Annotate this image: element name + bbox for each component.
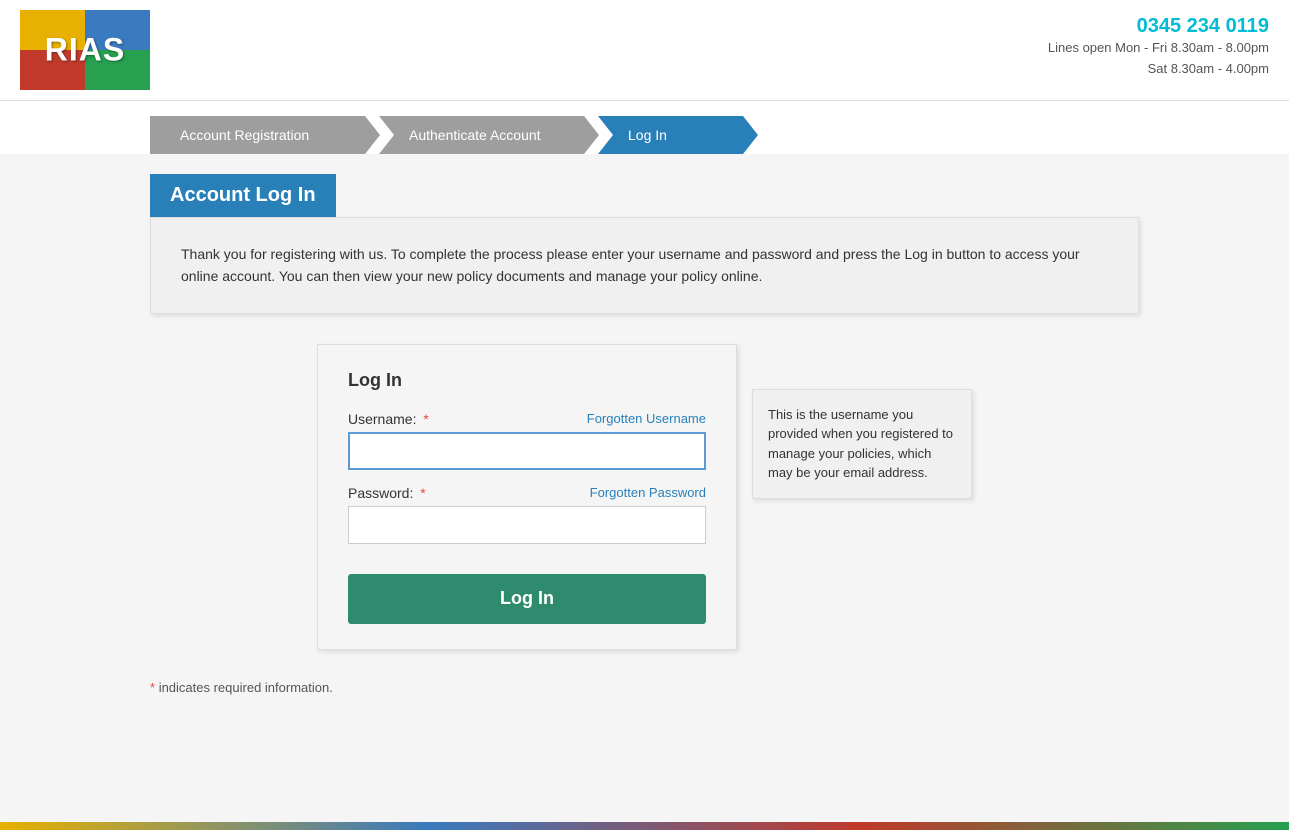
username-label: Username: * (348, 411, 429, 427)
contact-hours-line2: Sat 8.30am - 4.00pm (1048, 59, 1269, 80)
step-authenticate-account: Authenticate Account (379, 116, 599, 154)
login-form-box: Log In Username: * Forgotten Username Pa… (317, 344, 737, 650)
phone-number: 0345 234 0119 (1048, 15, 1269, 38)
step-account-registration: Account Registration (150, 116, 380, 154)
rias-logo: RIAS (20, 10, 150, 90)
main-content: Account Log In Thank you for registering… (0, 154, 1289, 715)
contact-hours-line1: Lines open Mon - Fri 8.30am - 8.00pm (1048, 38, 1269, 59)
password-label: Password: * (348, 485, 426, 501)
login-area: Log In Username: * Forgotten Username Pa… (150, 344, 1139, 650)
login-button[interactable]: Log In (348, 574, 706, 624)
password-field-row: Password: * Forgotten Password (348, 485, 706, 544)
form-title: Log In (348, 370, 706, 391)
logo-container: RIAS (20, 10, 150, 90)
username-input[interactable] (348, 432, 706, 470)
footer-note: * indicates required information. (150, 680, 1139, 695)
step-2-label: Authenticate Account (409, 127, 541, 143)
logo-text: RIAS (45, 32, 125, 69)
username-field-row: Username: * Forgotten Username (348, 411, 706, 470)
username-label-row: Username: * Forgotten Username (348, 411, 706, 427)
footer-required-star: * (150, 680, 155, 695)
footer-required-text: indicates required information. (159, 680, 333, 695)
step-3-label: Log In (628, 127, 667, 143)
page-header: RIAS 0345 234 0119 Lines open Mon - Fri … (0, 0, 1289, 101)
password-label-row: Password: * Forgotten Password (348, 485, 706, 501)
username-required-star: * (419, 411, 428, 427)
username-tooltip: This is the username you provided when y… (752, 389, 972, 499)
step-login: Log In (598, 116, 758, 154)
forgotten-username-link[interactable]: Forgotten Username (587, 411, 706, 426)
progress-bar: Account Registration Authenticate Accoun… (0, 101, 1289, 154)
section-title: Account Log In (150, 174, 336, 217)
password-required-star: * (416, 485, 425, 501)
bottom-bar (0, 822, 1289, 830)
step-1-label: Account Registration (180, 127, 309, 143)
steps-container: Account Registration Authenticate Accoun… (150, 116, 790, 154)
info-description: Thank you for registering with us. To co… (181, 243, 1108, 288)
info-box: Thank you for registering with us. To co… (150, 217, 1139, 314)
forgotten-password-link[interactable]: Forgotten Password (590, 485, 706, 500)
password-input[interactable] (348, 506, 706, 544)
tooltip-text: This is the username you provided when y… (768, 407, 953, 481)
contact-info: 0345 234 0119 Lines open Mon - Fri 8.30a… (1048, 10, 1269, 80)
